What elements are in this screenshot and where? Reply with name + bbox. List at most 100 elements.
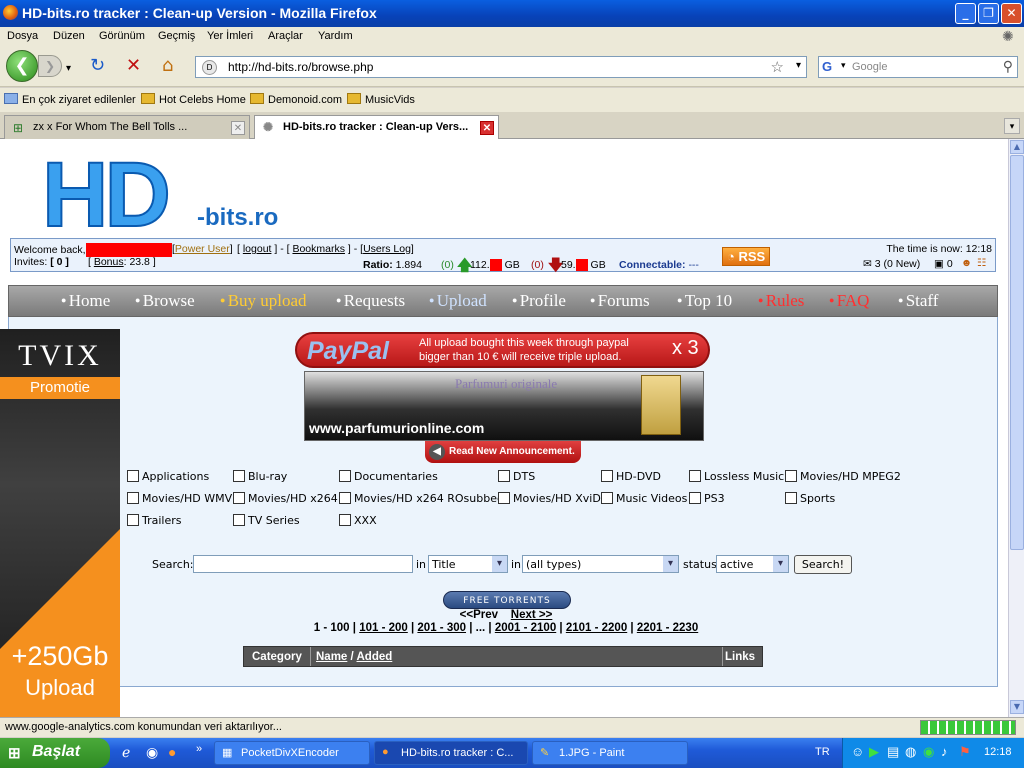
task-paint[interactable]: ✎ 1.JPG - Paint	[532, 741, 688, 765]
minimize-button[interactable]: _	[955, 3, 976, 24]
checkbox[interactable]	[689, 470, 701, 482]
bookmark-musicvids[interactable]: MusicVids	[347, 93, 415, 106]
category-checkbox[interactable]: Movies/HD WMV	[127, 492, 232, 505]
url-bar[interactable]: D http://hd-bits.ro/browse.php ☆ ▾	[195, 56, 807, 78]
category-checkbox[interactable]: Music Videos	[601, 492, 687, 505]
history-dropdown-icon[interactable]: ▾	[66, 59, 71, 79]
status-select[interactable]: active	[716, 555, 789, 573]
nav-home[interactable]: Home	[61, 291, 111, 311]
task-firefox[interactable]: ● HD-bits.ro tracker : C...	[374, 741, 528, 765]
star-bookmark-icon[interactable]: ☆	[771, 58, 784, 76]
restore-button[interactable]: ❐	[978, 3, 999, 24]
page-link[interactable]: 2001 - 2100	[495, 622, 556, 634]
checkbox[interactable]	[339, 514, 351, 526]
category-checkbox[interactable]: HD-DVD	[601, 470, 661, 483]
quick-launch-firefox-icon[interactable]: ●	[168, 744, 176, 760]
nav-requests[interactable]: Requests	[336, 291, 405, 311]
search-in-select[interactable]: Title	[428, 555, 508, 573]
search-button[interactable]: Search!	[794, 555, 852, 574]
start-button[interactable]: ⊞ Başlat	[0, 738, 110, 768]
checkbox[interactable]	[233, 492, 245, 504]
parfum-banner[interactable]: Parfumuri originale www.parfumurionline.…	[304, 371, 704, 441]
category-checkbox[interactable]: Movies/HD x264 ROsubbed	[339, 492, 504, 505]
scroll-down-icon[interactable]: ▼	[1010, 700, 1024, 714]
quick-launch-ie-icon[interactable]: ℯ	[122, 744, 130, 761]
envelope-icon[interactable]: ✉	[863, 258, 872, 270]
checkbox[interactable]	[233, 470, 245, 482]
forward-button[interactable]: ❯	[38, 55, 62, 77]
friends-icon[interactable]: ☷	[977, 257, 986, 269]
users-icon[interactable]: ☻	[961, 257, 972, 269]
checkbox[interactable]	[339, 492, 351, 504]
nav-upload[interactable]: Upload	[429, 291, 487, 311]
logout-link[interactable]: logout	[243, 243, 272, 255]
sort-added-link[interactable]: Added	[357, 651, 393, 663]
menu-file[interactable]: Dosya	[7, 30, 38, 42]
site-identity-icon[interactable]: D	[202, 60, 217, 75]
category-checkbox[interactable]: Movies/HD XviD	[498, 492, 601, 505]
bonus-link[interactable]: Bonus	[94, 256, 124, 268]
nav-browse[interactable]: Browse	[135, 291, 195, 311]
category-checkbox[interactable]: Blu-ray	[233, 470, 287, 483]
tab-bell-tolls[interactable]: ⊞ zx x For Whom The Bell Tolls ... ✕	[4, 115, 250, 139]
nav-staff[interactable]: Staff	[898, 291, 939, 311]
bookmark-most-visited[interactable]: En çok ziyaret edilenler	[4, 93, 136, 106]
checkbox[interactable]	[689, 492, 701, 504]
nav-buy-upload[interactable]: Buy upload	[220, 291, 307, 311]
close-button[interactable]: ✕	[1001, 3, 1022, 24]
tab-close-icon[interactable]: ✕	[231, 121, 245, 135]
menu-help[interactable]: Yardım	[318, 30, 353, 42]
scroll-thumb[interactable]	[1010, 155, 1024, 550]
reload-icon[interactable]: ↻	[90, 56, 105, 76]
checkbox[interactable]	[498, 492, 510, 504]
quick-launch-icon[interactable]: ◉	[146, 744, 158, 761]
category-checkbox[interactable]: Movies/HD x264	[233, 492, 338, 505]
menu-view[interactable]: Görünüm	[99, 30, 145, 42]
category-checkbox[interactable]: XXX	[339, 514, 377, 527]
magnifier-icon[interactable]: ⚲	[1003, 58, 1013, 75]
users-log-link[interactable]: Users Log	[363, 243, 411, 255]
checkbox[interactable]	[339, 470, 351, 482]
category-checkbox[interactable]: Sports	[785, 492, 835, 505]
language-indicator[interactable]: TR	[815, 746, 830, 758]
stop-icon[interactable]: ✕	[126, 56, 141, 76]
category-checkbox[interactable]: TV Series	[233, 514, 300, 527]
category-checkbox[interactable]: PS3	[689, 492, 725, 505]
page-link[interactable]: 2101 - 2200	[566, 622, 627, 634]
tray-user-icon[interactable]: ☺	[851, 744, 864, 759]
tab-close-icon[interactable]: ✕	[480, 121, 494, 135]
nav-profile[interactable]: Profile	[512, 291, 566, 311]
tray-volume-icon[interactable]: ♪	[941, 744, 948, 759]
tray-network-icon[interactable]: ▤	[887, 744, 899, 760]
url-text[interactable]: http://hd-bits.ro/browse.php	[228, 60, 373, 74]
scroll-up-icon[interactable]: ▲	[1010, 140, 1024, 154]
paypal-banner[interactable]: PayPal All upload bought this week throu…	[295, 332, 710, 368]
category-checkbox[interactable]: Applications	[127, 470, 209, 483]
page-link[interactable]: 201 - 300	[417, 622, 466, 634]
tray-alert-icon[interactable]: ⚑	[959, 744, 971, 760]
task-pocketdivx[interactable]: ▦ PocketDivXEncoder	[214, 741, 370, 765]
menu-tools[interactable]: Araçlar	[268, 30, 303, 42]
menu-bookmarks[interactable]: Yer İmleri	[207, 30, 253, 42]
checkbox[interactable]	[785, 492, 797, 504]
site-logo[interactable]: HD -bits.ro	[41, 148, 278, 242]
category-checkbox[interactable]: Lossless Music	[689, 470, 784, 483]
nav-rules[interactable]: Rules	[758, 291, 805, 311]
announcement-button[interactable]: ◀ Read New Announcement.	[425, 441, 581, 463]
checkbox[interactable]	[601, 470, 613, 482]
checkbox[interactable]	[498, 470, 510, 482]
search-field[interactable]	[193, 555, 413, 573]
checkbox[interactable]	[233, 514, 245, 526]
type-select[interactable]: (all types)	[522, 555, 679, 573]
tvix-side-ad[interactable]: TVIX Promotie +250Gb Upload	[0, 329, 120, 717]
bookmark-demonoid[interactable]: Demonoid.com	[250, 93, 342, 106]
tray-status-icon[interactable]: ◉	[923, 744, 934, 760]
url-dropdown-icon[interactable]: ▾	[796, 60, 801, 71]
prev-link[interactable]: <<Prev	[460, 609, 498, 621]
bookmarks-link[interactable]: Bookmarks	[292, 243, 345, 255]
page-link[interactable]: 101 - 200	[359, 622, 408, 634]
page-link[interactable]: 2201 - 2230	[637, 622, 698, 634]
vertical-scrollbar[interactable]: ▲ ▼	[1008, 139, 1024, 717]
category-checkbox[interactable]: Trailers	[127, 514, 182, 527]
google-icon[interactable]: G	[822, 59, 832, 74]
